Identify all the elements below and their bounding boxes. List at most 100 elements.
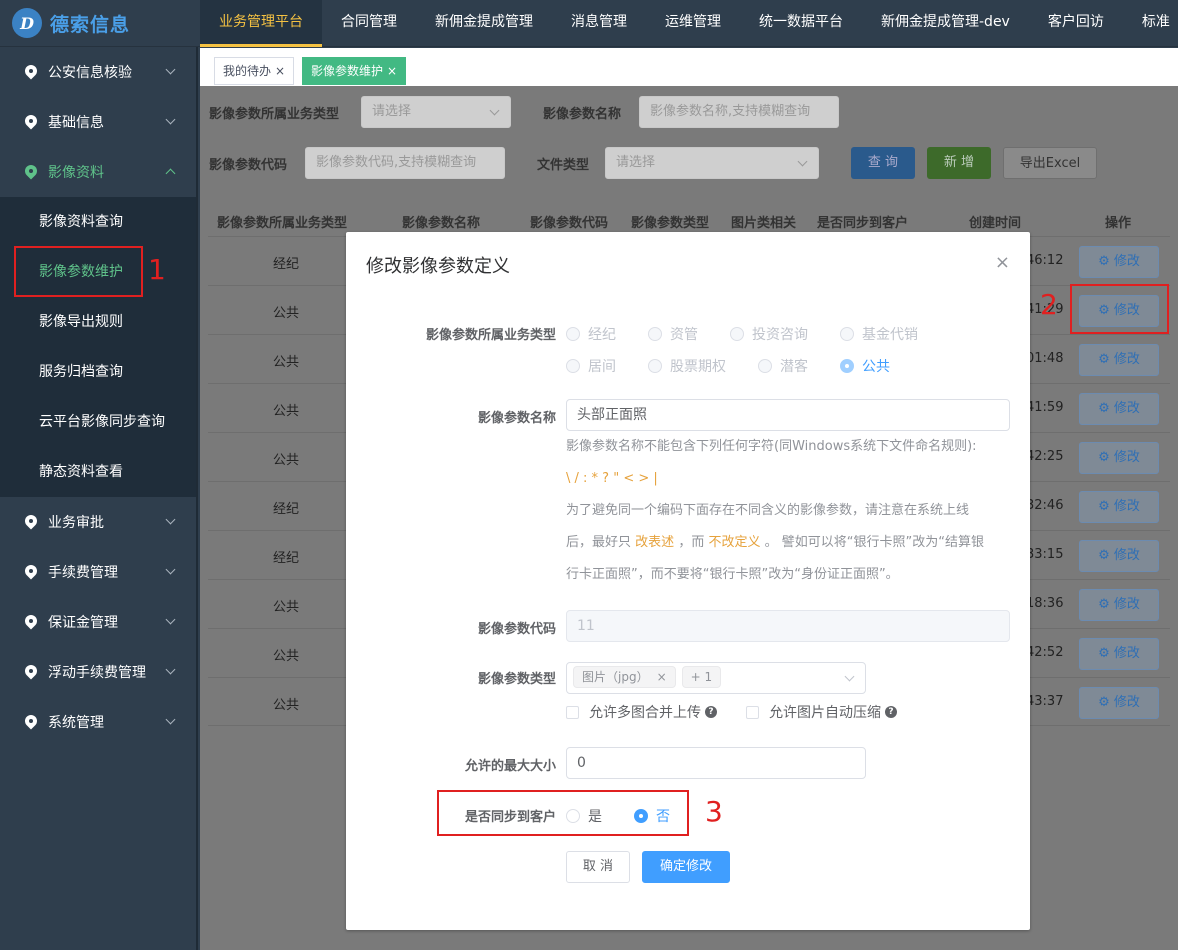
max-size-input[interactable]: 0 bbox=[566, 747, 866, 779]
radio-biz-public[interactable]: 公共 bbox=[840, 356, 890, 376]
top-nav-message[interactable]: 消息管理 bbox=[552, 0, 646, 47]
top-nav: 业务管理平台 合同管理 新佣金提成管理 消息管理 运维管理 统一数据平台 新佣金… bbox=[200, 0, 1178, 47]
column-header: 创建时间 bbox=[969, 216, 1022, 231]
filter-code-input[interactable]: 影像参数代码,支持模糊查询 bbox=[305, 147, 505, 179]
tab-bar: 我的待办 × 影像参数维护 × bbox=[200, 48, 1178, 86]
hint-text: ，而 bbox=[678, 535, 705, 550]
column-header: 影像参数代码 bbox=[530, 216, 609, 231]
sidebar-item-service-archive[interactable]: 服务归档查询 bbox=[0, 347, 196, 397]
column-header: 是否同步到客户 bbox=[817, 216, 909, 231]
name-hint: 为了避免同一个编码下面存在不同含义的影像参数，请注意在系统上线 bbox=[566, 503, 970, 518]
code-input[interactable]: 11 bbox=[566, 610, 1010, 642]
tab-image-param[interactable]: 影像参数维护 × bbox=[302, 57, 407, 85]
radio-biz-asset-mgmt[interactable]: 资管 bbox=[648, 324, 698, 344]
cell-created-time: 41:59 bbox=[1026, 400, 1064, 415]
location-pin-icon bbox=[24, 165, 38, 179]
sidebar-group-label: 手续费管理 bbox=[48, 565, 118, 581]
filter-biz-type-select[interactable]: 请选择 bbox=[361, 96, 511, 128]
cell-biz-type: 经纪 bbox=[273, 551, 300, 566]
confirm-button[interactable]: 确定修改 bbox=[642, 851, 730, 883]
hint-emphasis: 改表述 bbox=[635, 535, 675, 550]
filter-name-input[interactable]: 影像参数名称,支持模糊查询 bbox=[639, 96, 839, 128]
sidebar-item-image-query[interactable]: 影像资料查询 bbox=[0, 197, 196, 247]
close-icon[interactable]: × bbox=[995, 252, 1010, 273]
name-hint-chars: \ / : * ? " < > | bbox=[566, 463, 1006, 495]
top-nav-contract[interactable]: 合同管理 bbox=[322, 0, 416, 47]
export-excel-button[interactable]: 导出Excel bbox=[1003, 147, 1097, 179]
radio-biz-consulting[interactable]: 投资咨询 bbox=[730, 324, 808, 344]
edit-button[interactable]: ⚙ 修改 bbox=[1079, 687, 1159, 719]
query-button[interactable]: 查 询 bbox=[851, 147, 915, 179]
edit-button[interactable]: ⚙ 修改 bbox=[1079, 442, 1159, 474]
type-multiselect[interactable]: 图片（jpg） × + 1 bbox=[566, 662, 866, 694]
help-icon[interactable]: ? bbox=[885, 706, 897, 718]
chevron-down-icon bbox=[165, 714, 176, 725]
top-nav-commission-dev[interactable]: 新佣金提成管理-dev bbox=[862, 0, 1029, 47]
radio-biz-intermediary[interactable]: 居间 bbox=[566, 356, 616, 376]
top-nav-data-platform[interactable]: 统一数据平台 bbox=[740, 0, 862, 47]
sidebar-group-system[interactable]: 系统管理 bbox=[0, 697, 196, 747]
tab-my-todo[interactable]: 我的待办 × bbox=[214, 57, 295, 85]
tab-label: 我的待办 bbox=[223, 64, 272, 78]
cell-created-time: 42:52 bbox=[1026, 645, 1064, 660]
top-nav-commission[interactable]: 新佣金提成管理 bbox=[416, 0, 552, 47]
edit-button[interactable]: ⚙ 修改 bbox=[1079, 246, 1159, 278]
checkbox-label: 允许多图合并上传 bbox=[589, 705, 701, 721]
close-icon[interactable]: × bbox=[275, 64, 285, 78]
edit-button[interactable]: ⚙ 修改 bbox=[1079, 540, 1159, 572]
radio-dot bbox=[840, 327, 854, 341]
chevron-down-icon bbox=[844, 671, 855, 682]
column-header: 图片类相关 bbox=[731, 216, 797, 231]
radio-biz-brokerage[interactable]: 经纪 bbox=[566, 324, 616, 344]
radio-biz-prospect[interactable]: 潜客 bbox=[758, 356, 808, 376]
edit-button[interactable]: ⚙ 修改 bbox=[1079, 393, 1159, 425]
close-icon[interactable]: × bbox=[657, 670, 667, 684]
cell-biz-type: 公共 bbox=[273, 453, 300, 468]
sidebar-group-police-verify[interactable]: 公安信息核验 bbox=[0, 47, 196, 97]
edit-label: 修改 bbox=[1113, 450, 1140, 465]
help-icon[interactable]: ? bbox=[705, 706, 717, 718]
edit-button[interactable]: ⚙ 修改 bbox=[1079, 491, 1159, 523]
radio-biz-stock-options[interactable]: 股票期权 bbox=[648, 356, 726, 376]
sidebar-group-approval[interactable]: 业务审批 bbox=[0, 497, 196, 547]
chevron-down-icon bbox=[165, 664, 176, 675]
sidebar-group-floating-fee[interactable]: 浮动手续费管理 bbox=[0, 647, 196, 697]
select-placeholder: 请选择 bbox=[616, 155, 656, 170]
top-nav-ops[interactable]: 运维管理 bbox=[646, 0, 740, 47]
sidebar: 公安信息核验 基础信息 影像资料 影像资料查询 影像参数维护 影像导出规则 服务… bbox=[0, 47, 198, 950]
edit-label: 修改 bbox=[1113, 548, 1140, 563]
top-nav-customer-visit[interactable]: 客户回访 bbox=[1029, 0, 1123, 47]
close-icon[interactable]: × bbox=[387, 64, 397, 78]
edit-label: 修改 bbox=[1113, 352, 1140, 367]
cancel-button[interactable]: 取 消 bbox=[566, 851, 630, 883]
edit-label: 修改 bbox=[1113, 646, 1140, 661]
top-nav-standard[interactable]: 标准 bbox=[1123, 0, 1178, 47]
logo: D 德索信息 bbox=[12, 8, 130, 38]
sidebar-group-image-data[interactable]: 影像资料 bbox=[0, 147, 196, 197]
name-input[interactable]: 头部正面照 bbox=[566, 399, 1010, 431]
edit-button[interactable]: ⚙ 修改 bbox=[1079, 589, 1159, 621]
column-header: 影像参数所属业务类型 bbox=[217, 216, 348, 231]
edit-button[interactable]: ⚙ 修改 bbox=[1079, 344, 1159, 376]
sidebar-group-basic-info[interactable]: 基础信息 bbox=[0, 97, 196, 147]
sidebar-group-label: 保证金管理 bbox=[48, 615, 118, 631]
radio-label: 股票期权 bbox=[670, 359, 726, 375]
filter-file-type-select[interactable]: 请选择 bbox=[605, 147, 819, 179]
filter-code-label: 影像参数代码 bbox=[209, 158, 288, 173]
auto-compress-checkbox[interactable]: 允许图片自动压缩? bbox=[746, 702, 897, 722]
top-nav-business-platform[interactable]: 业务管理平台 bbox=[200, 0, 322, 47]
radio-dot bbox=[730, 327, 744, 341]
multi-merge-checkbox[interactable]: 允许多图合并上传? bbox=[566, 702, 717, 722]
sidebar-group-fee[interactable]: 手续费管理 bbox=[0, 547, 196, 597]
name-label: 影像参数名称 bbox=[477, 411, 556, 426]
edit-button[interactable]: ⚙ 修改 bbox=[1079, 638, 1159, 670]
sidebar-group-deposit[interactable]: 保证金管理 bbox=[0, 597, 196, 647]
sidebar-item-image-export-rule[interactable]: 影像导出规则 bbox=[0, 297, 196, 347]
add-button[interactable]: 新 增 bbox=[927, 147, 991, 179]
cell-created-time: 46:12 bbox=[1026, 253, 1064, 268]
sidebar-item-cloud-sync-query[interactable]: 云平台影像同步查询 bbox=[0, 397, 196, 447]
sidebar-item-static-data[interactable]: 静态资料查看 bbox=[0, 447, 196, 497]
radio-biz-fund-sales[interactable]: 基金代销 bbox=[840, 324, 918, 344]
cell-created-time: 43:37 bbox=[1026, 694, 1064, 709]
filter-panel: 影像参数所属业务类型 请选择 影像参数名称 影像参数名称,支持模糊查询 影像参数… bbox=[200, 86, 1178, 206]
